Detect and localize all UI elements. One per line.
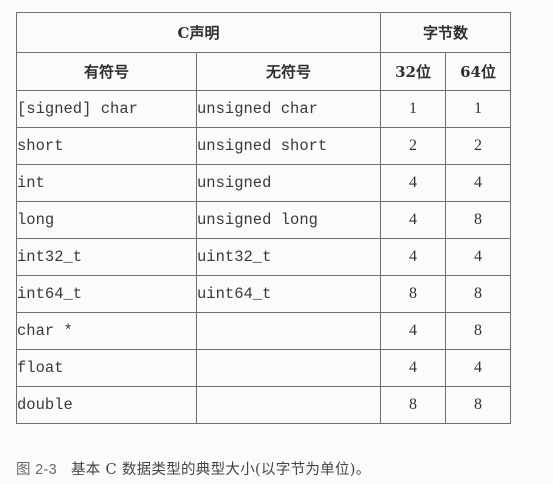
bytes-32-cell: 4: [380, 312, 447, 350]
unsigned-type-cell: unsigned: [195, 164, 382, 202]
signed-type-cell: [signed] char: [16, 90, 197, 128]
bytes-32-cell: 1: [380, 90, 447, 128]
header-64-bit: 64位: [445, 52, 512, 91]
unsigned-type-cell: unsigned short: [195, 127, 382, 165]
signed-type-cell: int: [16, 164, 197, 202]
bytes-64-cell: 4: [445, 349, 512, 387]
unsigned-type-cell: uint64_t: [195, 275, 382, 313]
figure-caption-text: 基本 C 数据类型的典型大小(以字节为单位)。: [71, 462, 371, 478]
header-bytes: 字节数: [380, 12, 512, 53]
signed-type-cell: float: [16, 349, 197, 387]
bytes-32-cell: 4: [380, 238, 447, 276]
bytes-32-cell: 8: [380, 386, 447, 424]
table-row: double 8 8: [16, 386, 512, 424]
table-row: long unsigned long 4 8: [16, 201, 512, 239]
bytes-64-cell: 4: [445, 164, 512, 202]
c-types-table-container: C声明 字节数 有符号 无符号 32位 64位 [signed] char un…: [15, 12, 512, 424]
table-row: int unsigned 4 4: [16, 164, 512, 202]
table-row: [signed] char unsigned char 1 1: [16, 90, 512, 128]
header-c-declaration: C声明: [15, 12, 382, 53]
bytes-32-cell: 2: [380, 127, 447, 165]
figure-label: 图 2-3: [16, 462, 57, 478]
unsigned-type-cell: [195, 312, 382, 350]
bytes-64-cell: 1: [445, 90, 512, 128]
table-row: char * 4 8: [16, 312, 512, 350]
c-types-size-table: C声明 字节数 有符号 无符号 32位 64位 [signed] char un…: [15, 12, 512, 424]
header-32-bit: 32位: [380, 52, 447, 91]
table-row: float 4 4: [16, 349, 512, 387]
bytes-64-cell: 2: [445, 127, 512, 165]
header-row-columns: 有符号 无符号 32位 64位: [16, 52, 512, 91]
unsigned-type-cell: [195, 349, 382, 387]
signed-type-cell: double: [16, 386, 197, 424]
table-row: int32_t uint32_t 4 4: [16, 238, 512, 276]
signed-type-cell: char *: [16, 312, 197, 350]
bytes-64-cell: 8: [445, 201, 512, 239]
header-row-group: C声明 字节数: [15, 12, 512, 53]
unsigned-type-cell: unsigned char: [195, 90, 382, 128]
bytes-64-cell: 8: [445, 386, 512, 424]
bytes-32-cell: 4: [380, 349, 447, 387]
signed-type-cell: int64_t: [16, 275, 197, 313]
bytes-32-cell: 4: [380, 201, 447, 239]
table-row: short unsigned short 2 2: [16, 127, 512, 165]
header-signed: 有符号: [16, 52, 197, 91]
bytes-64-cell: 8: [445, 275, 512, 313]
header-unsigned: 无符号: [195, 52, 382, 91]
unsigned-type-cell: uint32_t: [195, 238, 382, 276]
table-row: int64_t uint64_t 8 8: [16, 275, 512, 313]
bytes-32-cell: 4: [380, 164, 447, 202]
unsigned-type-cell: [195, 386, 382, 424]
figure-caption: 图 2-3 基本 C 数据类型的典型大小(以字节为单位)。: [16, 458, 371, 479]
signed-type-cell: long: [16, 201, 197, 239]
bytes-64-cell: 8: [445, 312, 512, 350]
signed-type-cell: short: [16, 127, 197, 165]
signed-type-cell: int32_t: [16, 238, 197, 276]
bytes-64-cell: 4: [445, 238, 512, 276]
unsigned-type-cell: unsigned long: [195, 201, 382, 239]
bytes-32-cell: 8: [380, 275, 447, 313]
